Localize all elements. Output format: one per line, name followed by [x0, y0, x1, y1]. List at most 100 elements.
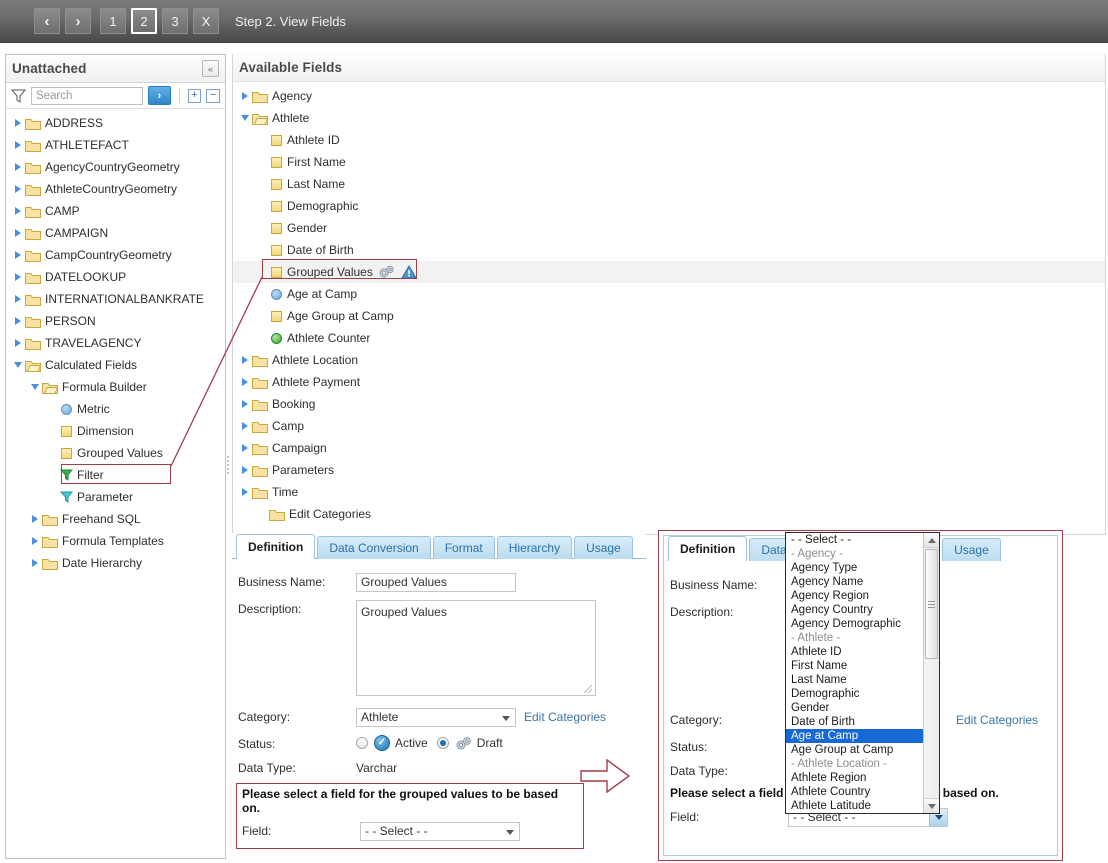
dropdown-option[interactable]: Last Name — [786, 673, 923, 687]
chevron-right-icon[interactable] — [12, 118, 23, 129]
dropdown-option[interactable]: Athlete Country — [786, 785, 923, 799]
tree-item[interactable]: Filter — [6, 464, 225, 486]
chevron-right-icon[interactable] — [12, 162, 23, 173]
description-textarea[interactable]: Grouped Values — [356, 600, 596, 696]
tab-hierarchy[interactable]: Hierarchy — [496, 536, 573, 559]
tree-item[interactable]: Calculated Fields — [6, 354, 225, 376]
chevron-right-icon[interactable] — [12, 294, 23, 305]
filter-funnel-icon[interactable] — [11, 89, 26, 103]
chevron-right-icon[interactable] — [12, 184, 23, 195]
dropdown-scrollbar[interactable] — [923, 533, 939, 813]
scroll-up-button[interactable] — [924, 533, 939, 548]
tree-item[interactable]: AthleteCountryGeometry — [6, 178, 225, 200]
chevron-right-icon[interactable] — [239, 377, 250, 388]
chevron-right-icon[interactable] — [12, 250, 23, 261]
edit-categories-link[interactable]: Edit Categories — [956, 711, 1038, 727]
dropdown-option[interactable]: Agency Type — [786, 561, 923, 575]
dropdown-option[interactable]: Age at Camp — [786, 729, 923, 743]
tab-format[interactable]: Format — [432, 536, 495, 559]
tree-item[interactable]: Last Name — [233, 173, 1105, 195]
category-select[interactable]: Athlete — [356, 708, 516, 727]
tree-item[interactable]: AgencyCountryGeometry — [6, 156, 225, 178]
chevron-right-icon[interactable] — [239, 399, 250, 410]
dropdown-option[interactable]: Athlete Region — [786, 771, 923, 785]
collapse-all-button[interactable]: − — [206, 88, 220, 103]
chevron-right-icon[interactable] — [29, 536, 40, 547]
field-select[interactable]: - - Select - - — [360, 822, 520, 841]
step-2-button[interactable]: 2 — [131, 8, 157, 34]
tree-item[interactable]: Freehand SQL — [6, 508, 225, 530]
tree-item[interactable]: Camp — [233, 415, 1105, 437]
tree-item[interactable]: Athlete — [233, 107, 1105, 129]
expand-all-button[interactable]: + — [187, 88, 202, 103]
tree-item[interactable]: Formula Templates — [6, 530, 225, 552]
tree-item[interactable]: Booking — [233, 393, 1105, 415]
chevron-right-icon[interactable] — [12, 316, 23, 327]
chevron-right-icon[interactable] — [29, 558, 40, 569]
close-wizard-button[interactable]: X — [193, 8, 219, 34]
search-go-button[interactable]: › — [148, 86, 171, 105]
step-1-button[interactable]: 1 — [100, 8, 126, 34]
edit-categories-link[interactable]: Edit Categories — [524, 708, 606, 724]
field-dropdown-popup[interactable]: - - Select - - - Agency - Agency Type Agenc… — [785, 532, 940, 814]
tree-item[interactable]: Age Group at Camp — [233, 305, 1105, 327]
tree-item[interactable]: Date of Birth — [233, 239, 1105, 261]
dropdown-option[interactable]: Gender — [786, 701, 923, 715]
dropdown-option[interactable]: First Name — [786, 659, 923, 673]
chevron-right-icon[interactable] — [239, 421, 250, 432]
chevron-right-icon[interactable] — [12, 140, 23, 151]
status-active-radio[interactable] — [356, 737, 368, 749]
tab-definition[interactable]: Definition — [236, 534, 316, 559]
tree-item[interactable]: INTERNATIONALBANKRATE — [6, 288, 225, 310]
dropdown-option[interactable]: Date of Birth — [786, 715, 923, 729]
tree-item[interactable]: Parameters — [233, 459, 1105, 481]
tree-item[interactable]: ATHLETEFACT — [6, 134, 225, 156]
chevron-right-icon[interactable] — [239, 443, 250, 454]
tree-item[interactable]: Campaign — [233, 437, 1105, 459]
chevron-down-icon[interactable] — [12, 360, 23, 371]
tree-item[interactable]: Edit Categories — [233, 503, 1105, 525]
chevron-right-icon[interactable] — [12, 228, 23, 239]
chevron-right-icon[interactable] — [29, 514, 40, 525]
chevron-right-icon[interactable] — [239, 91, 250, 102]
tree-item[interactable]: ADDRESS — [6, 112, 225, 134]
tree-item[interactable]: Grouped Values — [6, 442, 225, 464]
tree-item[interactable]: Demographic — [233, 195, 1105, 217]
dropdown-option[interactable]: - Athlete Location - — [786, 757, 923, 771]
tree-item[interactable]: Athlete ID — [233, 129, 1105, 151]
chevron-down-icon[interactable] — [239, 113, 250, 124]
tree-item[interactable]: Dimension — [6, 420, 225, 442]
tree-item[interactable]: Gender — [233, 217, 1105, 239]
chevron-right-icon[interactable] — [12, 272, 23, 283]
dropdown-option[interactable]: Age Group at Camp — [786, 743, 923, 757]
dropdown-option[interactable]: - Agency - — [786, 547, 923, 561]
tree-item[interactable]: PERSON — [6, 310, 225, 332]
tree-item[interactable]: TRAVELAGENCY — [6, 332, 225, 354]
tree-item[interactable]: Time — [233, 481, 1105, 503]
dropdown-option[interactable]: Athlete Latitude — [786, 799, 923, 813]
resize-grip-icon[interactable] — [584, 685, 592, 693]
scrollbar-thumb[interactable] — [925, 549, 938, 659]
dropdown-option[interactable]: Demographic — [786, 687, 923, 701]
dropdown-option[interactable]: - Athlete - — [786, 631, 923, 645]
tab-usage[interactable]: Usage — [574, 536, 633, 559]
dropdown-option[interactable]: Agency Demographic — [786, 617, 923, 631]
tree-item[interactable]: Parameter — [6, 486, 225, 508]
dropdown-option[interactable]: - - Select - - — [786, 533, 923, 547]
chevron-right-icon[interactable] — [239, 355, 250, 366]
chevron-right-icon[interactable] — [12, 206, 23, 217]
status-draft-radio[interactable] — [436, 737, 449, 749]
tree-item[interactable]: Athlete Counter — [233, 327, 1105, 349]
business-name-input[interactable]: Grouped Values — [356, 573, 516, 592]
collapse-panel-button[interactable]: « — [202, 60, 219, 77]
search-input[interactable] — [31, 86, 143, 105]
chevron-right-icon[interactable] — [12, 338, 23, 349]
dropdown-option[interactable]: Agency Name — [786, 575, 923, 589]
tree-item[interactable]: CAMP — [6, 200, 225, 222]
tree-item[interactable]: DATELOOKUP — [6, 266, 225, 288]
dropdown-option[interactable]: Athlete ID — [786, 645, 923, 659]
chevron-right-icon[interactable] — [239, 487, 250, 498]
tree-item[interactable]: First Name — [233, 151, 1105, 173]
tree-item[interactable]: Athlete Payment — [233, 371, 1105, 393]
tree-item[interactable]: CampCountryGeometry — [6, 244, 225, 266]
